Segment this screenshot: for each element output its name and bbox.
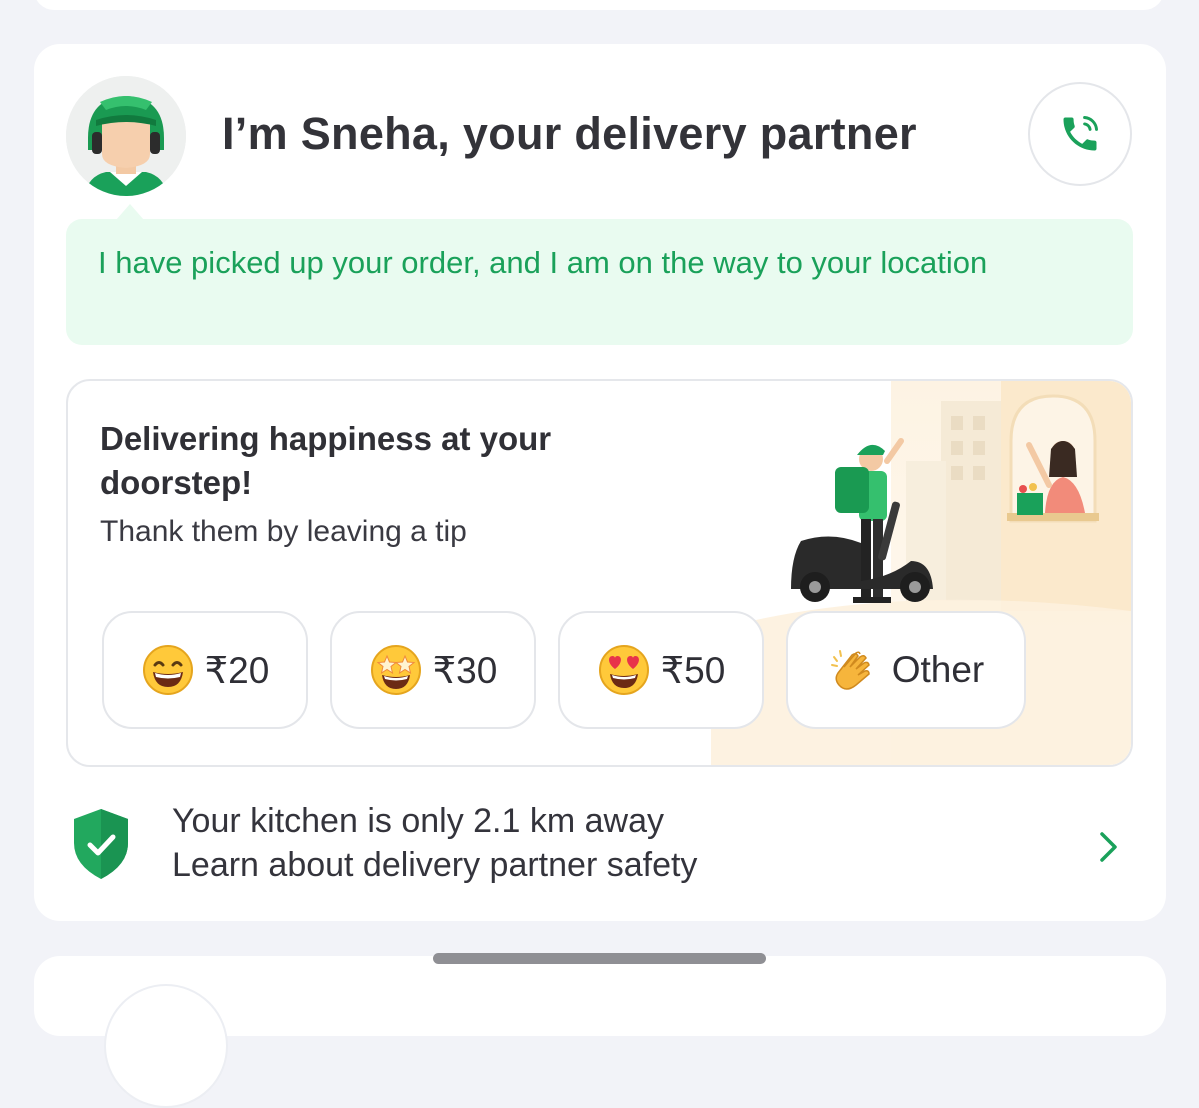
status-message: I have picked up your order, and I am on…: [66, 219, 1133, 345]
tip-amount-label: ₹50: [660, 649, 726, 691]
speech-bubble-pointer: [116, 204, 144, 220]
partner-title: I’m Sneha, your delivery partner: [222, 108, 917, 159]
tip-option-20[interactable]: ₹20: [102, 611, 308, 729]
call-button[interactable]: [1028, 82, 1132, 186]
phone-call-icon: [1063, 116, 1098, 151]
tip-amount-label: ₹20: [204, 649, 270, 691]
star-struck-face-icon: [370, 645, 421, 695]
delivery-partner-card: I’m Sneha, your delivery partner I have …: [34, 44, 1166, 921]
tip-option-other[interactable]: Other: [786, 611, 1026, 729]
previous-card: [34, 0, 1164, 10]
clapping-hands-icon: [830, 650, 870, 690]
kitchen-distance-text: Your kitchen is only 2.1 km away: [172, 802, 664, 840]
grinning-face-icon: [142, 645, 193, 695]
next-card: [34, 956, 1166, 1108]
tip-option-30[interactable]: ₹30: [330, 611, 536, 729]
shield-check-icon: [74, 809, 128, 879]
heart-eyes-face-icon: [598, 645, 649, 695]
next-card-avatar: [104, 984, 228, 1108]
chevron-right-icon[interactable]: [1096, 828, 1122, 866]
tip-card: Delivering happiness at your doorstep! T…: [66, 379, 1133, 767]
safety-link[interactable]: Learn about delivery partner safety: [172, 846, 697, 885]
home-indicator[interactable]: [433, 953, 766, 964]
tip-amount-label: ₹30: [432, 649, 498, 691]
tip-option-label: Other: [891, 649, 985, 690]
partner-avatar: [66, 76, 186, 196]
tip-heading: Delivering happiness at your doorstep!: [100, 420, 552, 501]
tip-option-50[interactable]: ₹50: [558, 611, 764, 729]
rider-avatar-icon: [66, 76, 186, 196]
tip-subtitle: Thank them by leaving a tip: [100, 515, 467, 548]
